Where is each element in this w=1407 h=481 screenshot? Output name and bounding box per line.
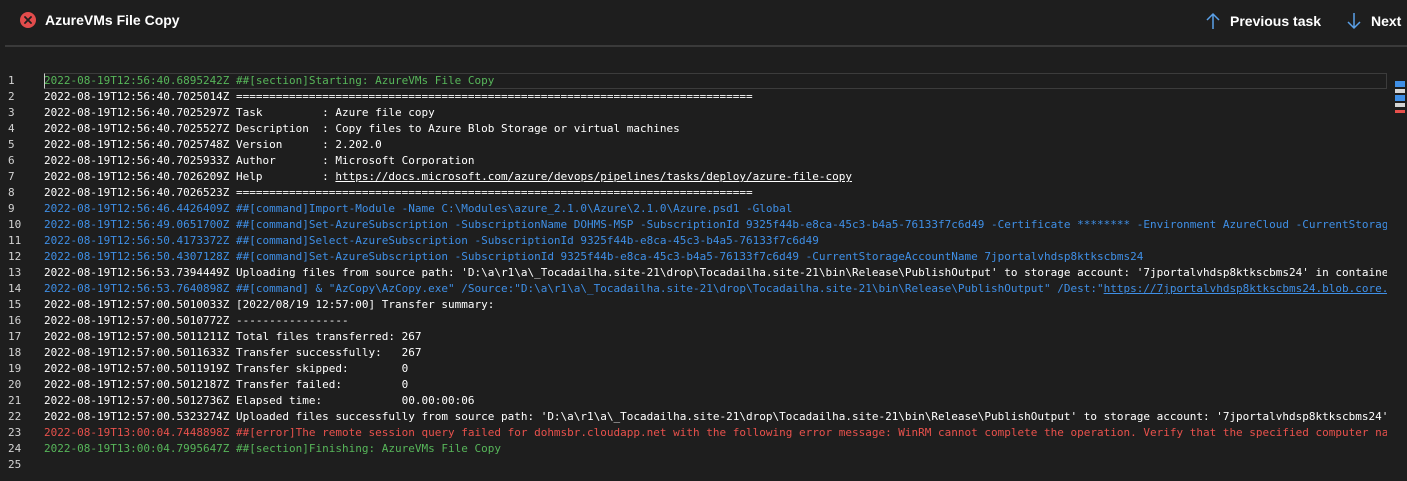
log-line-text: 2022-08-19T12:56:40.7026209Z Help : bbox=[44, 170, 336, 183]
log-line[interactable]: 22 2022-08-19T12:57:00.5323274Z Uploaded … bbox=[0, 409, 1387, 425]
log-line[interactable]: 12 2022-08-19T12:56:50.4307128Z ##[comman… bbox=[0, 249, 1387, 265]
log-line-text: 2022-08-19T12:56:40.7025297Z Task : Azur… bbox=[44, 106, 435, 119]
log-line-text: 2022-08-19T12:56:40.7025527Z Description… bbox=[44, 122, 680, 135]
line-number: 23 bbox=[8, 426, 22, 439]
line-number: 8 bbox=[8, 186, 15, 199]
log-line[interactable]: 8 2022-08-19T12:56:40.7026523Z ==========… bbox=[0, 185, 1387, 201]
line-number: 11 bbox=[8, 234, 22, 247]
log-line[interactable]: 24 2022-08-19T13:00:04.7995647Z ##[sectio… bbox=[0, 441, 1387, 457]
log-line[interactable]: 17 2022-08-19T12:57:00.5011211Z Total fil… bbox=[0, 329, 1387, 345]
line-number: 12 bbox=[8, 250, 22, 263]
line-number: 17 bbox=[8, 330, 22, 343]
line-number: 4 bbox=[8, 122, 15, 135]
log-line-text: 2022-08-19T12:57:00.5323274Z Uploaded fi… bbox=[44, 410, 1387, 423]
line-number: 14 bbox=[8, 282, 22, 295]
log-line-text: 2022-08-19T12:56:50.4173372Z ##[command]… bbox=[44, 234, 819, 247]
error-status-icon bbox=[20, 12, 36, 28]
header-divider bbox=[5, 45, 1407, 47]
minimap-marker bbox=[1395, 95, 1405, 101]
previous-task-label: Previous task bbox=[1230, 13, 1322, 29]
line-number: 10 bbox=[8, 218, 22, 231]
arrow-down-icon bbox=[1347, 13, 1361, 30]
line-number: 16 bbox=[8, 314, 22, 327]
log-link[interactable]: https://7jportalvhdsp8ktkscbms24.blob.co… bbox=[1104, 281, 1387, 297]
log-line-text: 2022-08-19T12:56:40.7025933Z Author : Mi… bbox=[44, 154, 475, 167]
line-number: 7 bbox=[8, 170, 15, 183]
log-scrollbar[interactable] bbox=[1392, 73, 1407, 481]
log-line[interactable]: 21 2022-08-19T12:57:00.5012736Z Elapsed t… bbox=[0, 393, 1387, 409]
log-line-text: 2022-08-19T12:56:53.7640898Z ##[command]… bbox=[44, 282, 1104, 295]
log-line[interactable]: 7 2022-08-19T12:56:40.7026209Z Help : htt… bbox=[0, 169, 1387, 185]
log-line-text: 2022-08-19T13:00:04.7995647Z ##[section]… bbox=[44, 442, 501, 455]
log-line-text: 2022-08-19T12:56:53.7394449Z Uploading f… bbox=[44, 266, 1387, 279]
line-number: 25 bbox=[8, 458, 22, 471]
arrow-up-icon bbox=[1206, 12, 1220, 29]
log-line[interactable]: 20 2022-08-19T12:57:00.5012187Z Transfer … bbox=[0, 377, 1387, 393]
minimap-marker bbox=[1395, 103, 1405, 107]
line-number: 24 bbox=[8, 442, 22, 455]
log-line-text: 2022-08-19T12:56:46.4426409Z ##[command]… bbox=[44, 202, 793, 215]
line-number: 5 bbox=[8, 138, 15, 151]
line-number: 1 bbox=[8, 74, 15, 87]
log-line-text: 2022-08-19T12:57:00.5010033Z [2022/08/19… bbox=[44, 298, 495, 311]
log-line[interactable]: 5 2022-08-19T12:56:40.7025748Z Version : … bbox=[0, 137, 1387, 153]
log-line-text: 2022-08-19T12:57:00.5011211Z Total files… bbox=[44, 330, 422, 343]
log-line-text: 2022-08-19T12:57:00.5010772Z -----------… bbox=[44, 314, 349, 327]
log-line[interactable]: 25 bbox=[0, 457, 1387, 473]
log-line[interactable]: 9 2022-08-19T12:56:46.4426409Z ##[command… bbox=[0, 201, 1387, 217]
log-link[interactable]: https://docs.microsoft.com/azure/devops/… bbox=[335, 169, 852, 185]
line-number: 19 bbox=[8, 362, 22, 375]
previous-task-button[interactable]: Previous task bbox=[1206, 10, 1321, 32]
log-line[interactable]: 19 2022-08-19T12:57:00.5011919Z Transfer … bbox=[0, 361, 1387, 377]
log-line-text: 2022-08-19T13:00:04.7448898Z ##[error]Th… bbox=[44, 426, 1387, 439]
log-line-text: 2022-08-19T12:57:00.5012187Z Transfer fa… bbox=[44, 378, 409, 391]
log-line[interactable]: 4 2022-08-19T12:56:40.7025527Z Descriptio… bbox=[0, 121, 1387, 137]
task-title: AzureVMs File Copy bbox=[45, 12, 180, 28]
log-line[interactable]: 11 2022-08-19T12:56:50.4173372Z ##[comman… bbox=[0, 233, 1387, 249]
log-line-text: 2022-08-19T12:57:00.5011919Z Transfer sk… bbox=[44, 362, 409, 375]
line-number: 13 bbox=[8, 266, 22, 279]
log-line[interactable]: 16 2022-08-19T12:57:00.5010772Z ---------… bbox=[0, 313, 1387, 329]
minimap-marker bbox=[1395, 89, 1405, 93]
log-line[interactable]: 23 2022-08-19T13:00:04.7448898Z ##[error]… bbox=[0, 425, 1387, 441]
log-line[interactable]: 10 2022-08-19T12:56:49.0651700Z ##[comman… bbox=[0, 217, 1387, 233]
log-line[interactable]: 6 2022-08-19T12:56:40.7025933Z Author : M… bbox=[0, 153, 1387, 169]
log-line[interactable]: 3 2022-08-19T12:56:40.7025297Z Task : Azu… bbox=[0, 105, 1387, 121]
log-line-text: 2022-08-19T12:56:40.7026523Z ===========… bbox=[44, 186, 753, 199]
next-task-button[interactable]: Next bbox=[1347, 10, 1401, 32]
next-task-label: Next bbox=[1371, 13, 1402, 29]
log-line-text: 2022-08-19T12:56:40.7025748Z Version : 2… bbox=[44, 138, 382, 151]
line-number: 20 bbox=[8, 378, 22, 391]
log-line[interactable]: 1 2022-08-19T12:56:40.6895242Z ##[section… bbox=[0, 73, 1387, 89]
line-number: 3 bbox=[8, 106, 15, 119]
log-line-text: 2022-08-19T12:56:40.6895242Z ##[section]… bbox=[44, 74, 495, 87]
line-number: 6 bbox=[8, 154, 15, 167]
line-number: 2 bbox=[8, 90, 15, 103]
log-line-text: 2022-08-19T12:56:40.7025014Z ===========… bbox=[44, 90, 753, 103]
task-header: AzureVMs File Copy Previous task Next bbox=[0, 0, 1407, 40]
log-line-text: 2022-08-19T12:56:50.4307128Z ##[command]… bbox=[44, 250, 1144, 263]
log-line-text: 2022-08-19T12:56:49.0651700Z ##[command]… bbox=[44, 218, 1387, 231]
line-number: 21 bbox=[8, 394, 22, 407]
log-line[interactable]: 14 2022-08-19T12:56:53.7640898Z ##[comman… bbox=[0, 281, 1387, 297]
log-line[interactable]: 2 2022-08-19T12:56:40.7025014Z ==========… bbox=[0, 89, 1387, 105]
line-number: 9 bbox=[8, 202, 15, 215]
log-line[interactable]: 15 2022-08-19T12:57:00.5010033Z [2022/08/… bbox=[0, 297, 1387, 313]
log-line[interactable]: 18 2022-08-19T12:57:00.5011633Z Transfer … bbox=[0, 345, 1387, 361]
minimap-marker bbox=[1395, 110, 1405, 113]
line-number: 22 bbox=[8, 410, 22, 423]
log-line-text: 2022-08-19T12:57:00.5011633Z Transfer su… bbox=[44, 346, 422, 359]
log-viewer[interactable]: 1 2022-08-19T12:56:40.6895242Z ##[section… bbox=[0, 73, 1387, 481]
line-number: 15 bbox=[8, 298, 22, 311]
log-line[interactable]: 13 2022-08-19T12:56:53.7394449Z Uploading… bbox=[0, 265, 1387, 281]
line-number: 18 bbox=[8, 346, 22, 359]
log-line-text: 2022-08-19T12:57:00.5012736Z Elapsed tim… bbox=[44, 394, 475, 407]
minimap-marker bbox=[1395, 81, 1405, 87]
